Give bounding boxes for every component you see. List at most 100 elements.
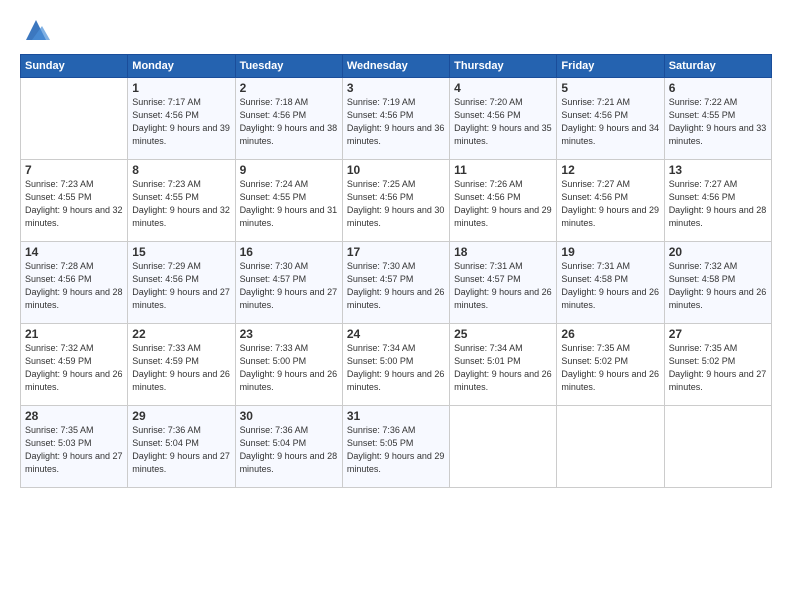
day-cell: 8 Sunrise: 7:23 AMSunset: 4:55 PMDayligh…	[128, 160, 235, 242]
day-number: 12	[561, 163, 659, 177]
day-number: 7	[25, 163, 123, 177]
day-number: 9	[240, 163, 338, 177]
day-number: 26	[561, 327, 659, 341]
day-number: 19	[561, 245, 659, 259]
day-info: Sunrise: 7:19 AMSunset: 4:56 PMDaylight:…	[347, 96, 445, 148]
page: SundayMondayTuesdayWednesdayThursdayFrid…	[0, 0, 792, 612]
day-info: Sunrise: 7:20 AMSunset: 4:56 PMDaylight:…	[454, 96, 552, 148]
day-info: Sunrise: 7:22 AMSunset: 4:55 PMDaylight:…	[669, 96, 767, 148]
day-cell	[21, 78, 128, 160]
day-cell: 28 Sunrise: 7:35 AMSunset: 5:03 PMDaylig…	[21, 406, 128, 488]
day-number: 13	[669, 163, 767, 177]
day-number: 15	[132, 245, 230, 259]
day-cell: 11 Sunrise: 7:26 AMSunset: 4:56 PMDaylig…	[450, 160, 557, 242]
day-cell: 14 Sunrise: 7:28 AMSunset: 4:56 PMDaylig…	[21, 242, 128, 324]
day-cell: 16 Sunrise: 7:30 AMSunset: 4:57 PMDaylig…	[235, 242, 342, 324]
day-number: 18	[454, 245, 552, 259]
day-cell: 9 Sunrise: 7:24 AMSunset: 4:55 PMDayligh…	[235, 160, 342, 242]
day-number: 1	[132, 81, 230, 95]
day-number: 10	[347, 163, 445, 177]
day-number: 4	[454, 81, 552, 95]
day-cell: 30 Sunrise: 7:36 AMSunset: 5:04 PMDaylig…	[235, 406, 342, 488]
day-cell: 26 Sunrise: 7:35 AMSunset: 5:02 PMDaylig…	[557, 324, 664, 406]
day-cell: 6 Sunrise: 7:22 AMSunset: 4:55 PMDayligh…	[664, 78, 771, 160]
day-info: Sunrise: 7:18 AMSunset: 4:56 PMDaylight:…	[240, 96, 338, 148]
day-info: Sunrise: 7:21 AMSunset: 4:56 PMDaylight:…	[561, 96, 659, 148]
day-info: Sunrise: 7:23 AMSunset: 4:55 PMDaylight:…	[25, 178, 123, 230]
day-cell: 1 Sunrise: 7:17 AMSunset: 4:56 PMDayligh…	[128, 78, 235, 160]
day-cell: 13 Sunrise: 7:27 AMSunset: 4:56 PMDaylig…	[664, 160, 771, 242]
day-info: Sunrise: 7:36 AMSunset: 5:04 PMDaylight:…	[240, 424, 338, 476]
day-number: 8	[132, 163, 230, 177]
day-number: 27	[669, 327, 767, 341]
day-info: Sunrise: 7:30 AMSunset: 4:57 PMDaylight:…	[347, 260, 445, 312]
day-info: Sunrise: 7:30 AMSunset: 4:57 PMDaylight:…	[240, 260, 338, 312]
day-cell: 3 Sunrise: 7:19 AMSunset: 4:56 PMDayligh…	[342, 78, 449, 160]
day-number: 29	[132, 409, 230, 423]
day-number: 14	[25, 245, 123, 259]
day-info: Sunrise: 7:27 AMSunset: 4:56 PMDaylight:…	[669, 178, 767, 230]
day-info: Sunrise: 7:27 AMSunset: 4:56 PMDaylight:…	[561, 178, 659, 230]
day-info: Sunrise: 7:34 AMSunset: 5:01 PMDaylight:…	[454, 342, 552, 394]
header-cell-wednesday: Wednesday	[342, 55, 449, 78]
day-number: 2	[240, 81, 338, 95]
week-row-1: 1 Sunrise: 7:17 AMSunset: 4:56 PMDayligh…	[21, 78, 772, 160]
week-row-5: 28 Sunrise: 7:35 AMSunset: 5:03 PMDaylig…	[21, 406, 772, 488]
day-info: Sunrise: 7:34 AMSunset: 5:00 PMDaylight:…	[347, 342, 445, 394]
day-cell: 7 Sunrise: 7:23 AMSunset: 4:55 PMDayligh…	[21, 160, 128, 242]
day-number: 22	[132, 327, 230, 341]
day-number: 17	[347, 245, 445, 259]
day-number: 5	[561, 81, 659, 95]
week-row-2: 7 Sunrise: 7:23 AMSunset: 4:55 PMDayligh…	[21, 160, 772, 242]
header-cell-friday: Friday	[557, 55, 664, 78]
day-number: 20	[669, 245, 767, 259]
header-cell-monday: Monday	[128, 55, 235, 78]
day-info: Sunrise: 7:28 AMSunset: 4:56 PMDaylight:…	[25, 260, 123, 312]
day-cell: 24 Sunrise: 7:34 AMSunset: 5:00 PMDaylig…	[342, 324, 449, 406]
day-cell: 25 Sunrise: 7:34 AMSunset: 5:01 PMDaylig…	[450, 324, 557, 406]
day-cell: 22 Sunrise: 7:33 AMSunset: 4:59 PMDaylig…	[128, 324, 235, 406]
day-info: Sunrise: 7:25 AMSunset: 4:56 PMDaylight:…	[347, 178, 445, 230]
day-number: 11	[454, 163, 552, 177]
day-info: Sunrise: 7:35 AMSunset: 5:02 PMDaylight:…	[669, 342, 767, 394]
day-cell: 15 Sunrise: 7:29 AMSunset: 4:56 PMDaylig…	[128, 242, 235, 324]
day-cell: 5 Sunrise: 7:21 AMSunset: 4:56 PMDayligh…	[557, 78, 664, 160]
day-cell: 23 Sunrise: 7:33 AMSunset: 5:00 PMDaylig…	[235, 324, 342, 406]
day-cell	[557, 406, 664, 488]
day-number: 24	[347, 327, 445, 341]
day-info: Sunrise: 7:35 AMSunset: 5:03 PMDaylight:…	[25, 424, 123, 476]
week-row-3: 14 Sunrise: 7:28 AMSunset: 4:56 PMDaylig…	[21, 242, 772, 324]
day-info: Sunrise: 7:24 AMSunset: 4:55 PMDaylight:…	[240, 178, 338, 230]
day-info: Sunrise: 7:32 AMSunset: 4:58 PMDaylight:…	[669, 260, 767, 312]
day-cell: 10 Sunrise: 7:25 AMSunset: 4:56 PMDaylig…	[342, 160, 449, 242]
day-info: Sunrise: 7:17 AMSunset: 4:56 PMDaylight:…	[132, 96, 230, 148]
day-cell: 21 Sunrise: 7:32 AMSunset: 4:59 PMDaylig…	[21, 324, 128, 406]
header	[20, 16, 772, 44]
day-number: 30	[240, 409, 338, 423]
week-row-4: 21 Sunrise: 7:32 AMSunset: 4:59 PMDaylig…	[21, 324, 772, 406]
day-number: 23	[240, 327, 338, 341]
day-cell: 18 Sunrise: 7:31 AMSunset: 4:57 PMDaylig…	[450, 242, 557, 324]
day-info: Sunrise: 7:31 AMSunset: 4:57 PMDaylight:…	[454, 260, 552, 312]
day-cell	[664, 406, 771, 488]
day-info: Sunrise: 7:29 AMSunset: 4:56 PMDaylight:…	[132, 260, 230, 312]
day-number: 3	[347, 81, 445, 95]
day-cell: 17 Sunrise: 7:30 AMSunset: 4:57 PMDaylig…	[342, 242, 449, 324]
day-number: 6	[669, 81, 767, 95]
day-info: Sunrise: 7:36 AMSunset: 5:05 PMDaylight:…	[347, 424, 445, 476]
day-number: 28	[25, 409, 123, 423]
day-info: Sunrise: 7:36 AMSunset: 5:04 PMDaylight:…	[132, 424, 230, 476]
day-number: 25	[454, 327, 552, 341]
day-number: 31	[347, 409, 445, 423]
day-number: 16	[240, 245, 338, 259]
day-cell: 4 Sunrise: 7:20 AMSunset: 4:56 PMDayligh…	[450, 78, 557, 160]
day-info: Sunrise: 7:26 AMSunset: 4:56 PMDaylight:…	[454, 178, 552, 230]
header-cell-saturday: Saturday	[664, 55, 771, 78]
logo	[20, 16, 50, 44]
day-cell: 19 Sunrise: 7:31 AMSunset: 4:58 PMDaylig…	[557, 242, 664, 324]
day-info: Sunrise: 7:33 AMSunset: 4:59 PMDaylight:…	[132, 342, 230, 394]
header-cell-thursday: Thursday	[450, 55, 557, 78]
day-cell: 12 Sunrise: 7:27 AMSunset: 4:56 PMDaylig…	[557, 160, 664, 242]
day-info: Sunrise: 7:32 AMSunset: 4:59 PMDaylight:…	[25, 342, 123, 394]
logo-icon	[22, 16, 50, 44]
